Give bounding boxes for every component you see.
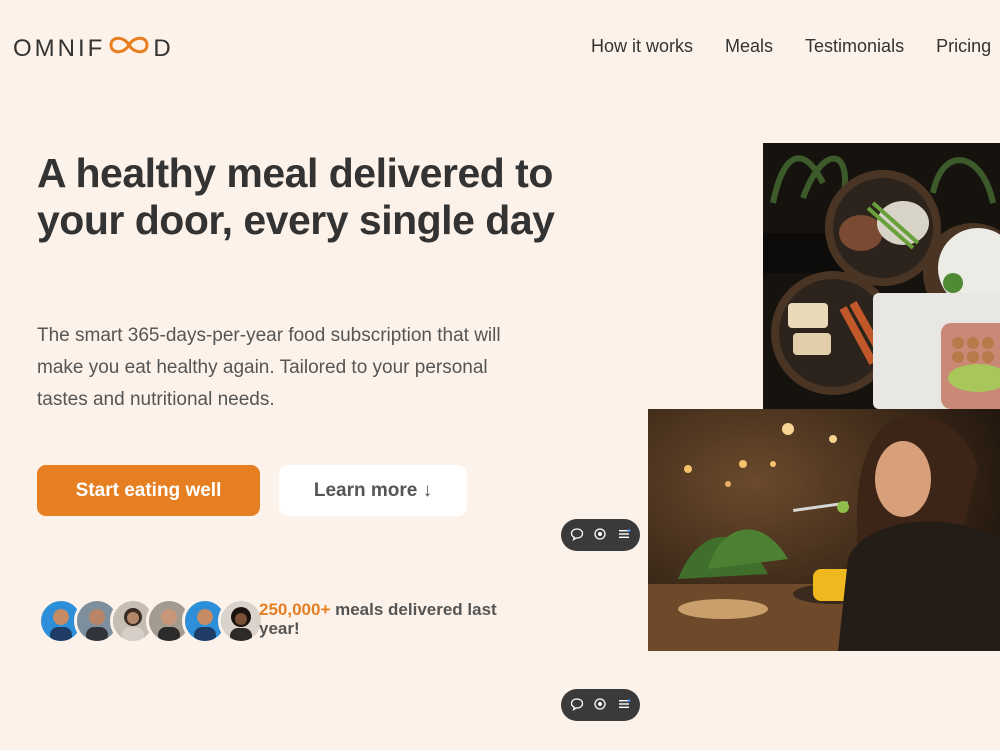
hero-headline: A healthy meal delivered to your door, e… — [37, 150, 555, 243]
header: OMNIF D How it works Meals Testimonials … — [0, 0, 1000, 95]
nav-link-testimonials[interactable]: Testimonials — [805, 36, 904, 57]
eye-icon[interactable] — [593, 696, 607, 715]
floating-toolbar — [561, 689, 640, 721]
hero-description: The smart 365-days-per-year food subscri… — [37, 325, 501, 410]
logo-text-suffix: D — [153, 34, 174, 62]
eye-icon[interactable] — [593, 526, 607, 545]
infinity-icon — [106, 33, 152, 64]
meals-delivered-number: 250,000+ — [259, 600, 331, 619]
learn-more-button[interactable]: Learn more ↓ — [279, 465, 467, 516]
start-eating-well-button[interactable]: Start eating well — [37, 465, 260, 516]
hero-image-meal-bowls — [763, 143, 1000, 409]
logo-text-prefix: OMNIF — [13, 34, 106, 62]
customer-avatars — [38, 598, 264, 644]
nav-link-meals[interactable]: Meals — [725, 36, 773, 57]
hero-image-woman-eating — [648, 409, 1000, 651]
avatar — [218, 598, 264, 644]
nav-link-how-it-works[interactable]: How it works — [591, 36, 693, 57]
comment-icon[interactable] — [570, 526, 584, 545]
main-nav: How it works Meals Testimonials Pricing — [591, 36, 991, 57]
comment-icon[interactable] — [570, 696, 584, 715]
meals-delivered-stat: 250,000+ meals delivered last year! — [259, 600, 539, 638]
menu-icon[interactable] — [617, 696, 631, 715]
logo[interactable]: OMNIF D — [13, 33, 174, 64]
floating-toolbar — [561, 519, 640, 551]
nav-link-pricing[interactable]: Pricing — [936, 36, 991, 57]
menu-icon[interactable] — [617, 526, 631, 545]
